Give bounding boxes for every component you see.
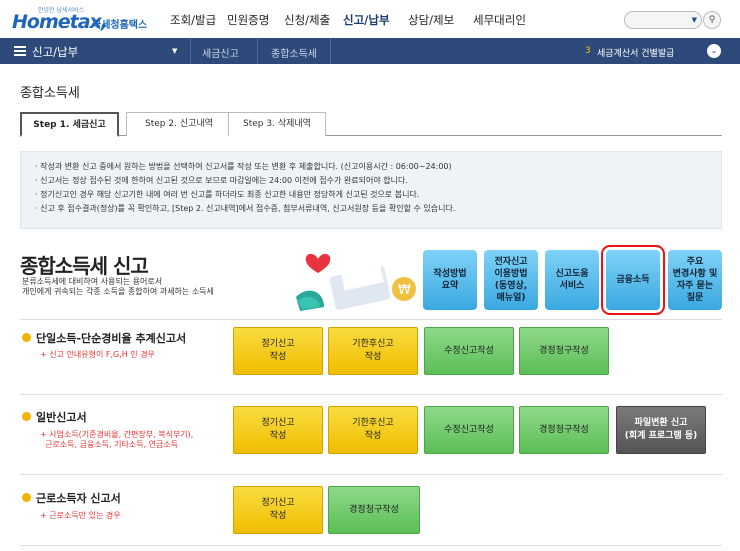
correction-claim-button[interactable]: 경정청구작성 (519, 327, 609, 375)
banner-description: 개인에게 귀속되는 각종 소득을 종합하여 과세하는 소득세 (22, 287, 214, 296)
info-box: 작성과 변환 신고 중에서 원하는 방법을 선택하여 신고서를 작성 또는 변환… (20, 151, 722, 229)
filing-help-button[interactable]: 신고도움 서비스 (545, 250, 599, 310)
divider (20, 394, 722, 395)
bullet-icon (22, 493, 31, 502)
late-filing-button[interactable]: 기한후신고 작성 (328, 406, 418, 454)
nav-item-consulting[interactable]: 상담/제보 (408, 12, 473, 28)
global-nav: 조회/발급 민원증명 신청/제출 신고/납부 상담/제보 세무대리인 (170, 12, 543, 28)
correction-claim-button[interactable]: 경정청구작성 (328, 486, 420, 534)
svg-text:₩: ₩ (398, 283, 411, 298)
section-dropdown-icon[interactable]: ▼ (172, 47, 177, 55)
banner-illustration: ₩ (296, 253, 416, 311)
search-input[interactable]: ▼ (624, 11, 702, 29)
divider (257, 38, 258, 64)
logo-korean: 국세청홈택스 (92, 20, 148, 31)
divider (20, 319, 722, 320)
info-item: 정기신고인 경우 해당 신고기한 내에 여러 번 신고를 하더라도 최종 신고한… (35, 188, 721, 202)
row-title: 근로소득자 신고서 (36, 492, 121, 505)
regular-filing-button[interactable]: 정기신고 작성 (233, 406, 323, 454)
nav-item-inquiry[interactable]: 조회/발급 (170, 12, 229, 28)
info-item: 작성과 변환 신고 중에서 원하는 방법을 선택하여 신고서를 작성 또는 변환… (35, 160, 721, 174)
search-icon[interactable]: ⚲ (703, 11, 721, 29)
regular-filing-button[interactable]: 정기신고 작성 (233, 327, 323, 375)
top-header: 안녕한 납세서비스 Hometax, 국세청홈택스 조회/발급 민원증명 신청/… (0, 0, 740, 38)
file-conversion-button[interactable]: 파일변환 신고 (회계 프로그램 등) (616, 406, 706, 454)
row-title: 단일소득-단순경비율 추계신고서 (36, 332, 187, 345)
tab-step2[interactable]: Step 2. 신고내역 (126, 112, 232, 136)
breadcrumb-income-tax[interactable]: 종합소득세 (271, 45, 317, 60)
divider (330, 38, 331, 64)
bullet-icon (22, 412, 31, 421)
nav-item-filing[interactable]: 신고/납부 (343, 12, 408, 28)
row-note: + 사업소득(기준경비율, 간편장부, 복식부기), 근로소득, 금융소득, 기… (40, 430, 194, 449)
divider (20, 474, 722, 475)
e-filing-guide-button[interactable]: 전자신고 이용방법 (동영상, 매뉴얼) (484, 250, 538, 310)
sub-navigation-bar: 신고/납부 ▼ 세금신고 종합소득세 3 세금계산서 건별발급 ⌄ (0, 38, 740, 64)
banner-title: 종합소득세 신고 (20, 254, 149, 278)
nav-item-certificate[interactable]: 민원증명 (227, 12, 284, 28)
faq-button[interactable]: 주요 변경사항 및 자주 묻는 질문 (668, 250, 722, 310)
notice-number: 3 (585, 46, 591, 56)
bullet-icon (22, 333, 31, 342)
menu-icon[interactable] (14, 46, 26, 56)
regular-filing-button[interactable]: 정기신고 작성 (233, 486, 323, 534)
tab-step3[interactable]: Step 3. 삭제내역 (228, 112, 326, 136)
row-note: + 신고 안내유형이 F,G,H 인 경우 (40, 350, 155, 359)
nav-item-tax-agent[interactable]: 세무대리인 (473, 12, 543, 28)
info-item: 신고 후 접수결과(정상)를 꼭 확인하고, [Step 2. 신고내역]에서 … (35, 202, 721, 216)
row-note: + 근로소득만 있는 경우 (40, 511, 121, 520)
amended-filing-button[interactable]: 수정신고작성 (424, 327, 514, 375)
page-title: 종합소득세 (20, 86, 80, 101)
chevron-down-icon[interactable]: ▼ (692, 16, 697, 24)
notice-text[interactable]: 세금계산서 건별발급 (597, 46, 674, 59)
chevron-down-icon[interactable]: ⌄ (707, 44, 721, 58)
amended-filing-button[interactable]: 수정신고작성 (424, 406, 514, 454)
breadcrumb-tax-filing[interactable]: 세금신고 (202, 45, 239, 60)
nav-item-application[interactable]: 신청/제출 (284, 12, 343, 28)
divider (190, 38, 191, 64)
hometax-logo[interactable]: 안녕한 납세서비스 Hometax, 국세청홈택스 (8, 5, 148, 33)
section-select[interactable]: 신고/납부 (32, 44, 78, 60)
financial-income-button[interactable]: 금융소득 (601, 245, 665, 315)
correction-claim-button[interactable]: 경정청구작성 (519, 406, 609, 454)
divider (20, 545, 722, 546)
late-filing-button[interactable]: 기한후신고 작성 (328, 327, 418, 375)
info-item: 신고서는 정상 접수된 것에 한하여 신고된 것으로 보므로 마감일에는 24:… (35, 174, 721, 188)
row-title: 일반신고서 (36, 411, 87, 424)
guide-summary-button[interactable]: 작성방법 요약 (423, 250, 477, 310)
step-tabs: Step 1. 세금신고 Step 2. 신고내역 Step 3. 삭제내역 (20, 112, 722, 137)
tab-step1[interactable]: Step 1. 세금신고 (20, 112, 119, 137)
